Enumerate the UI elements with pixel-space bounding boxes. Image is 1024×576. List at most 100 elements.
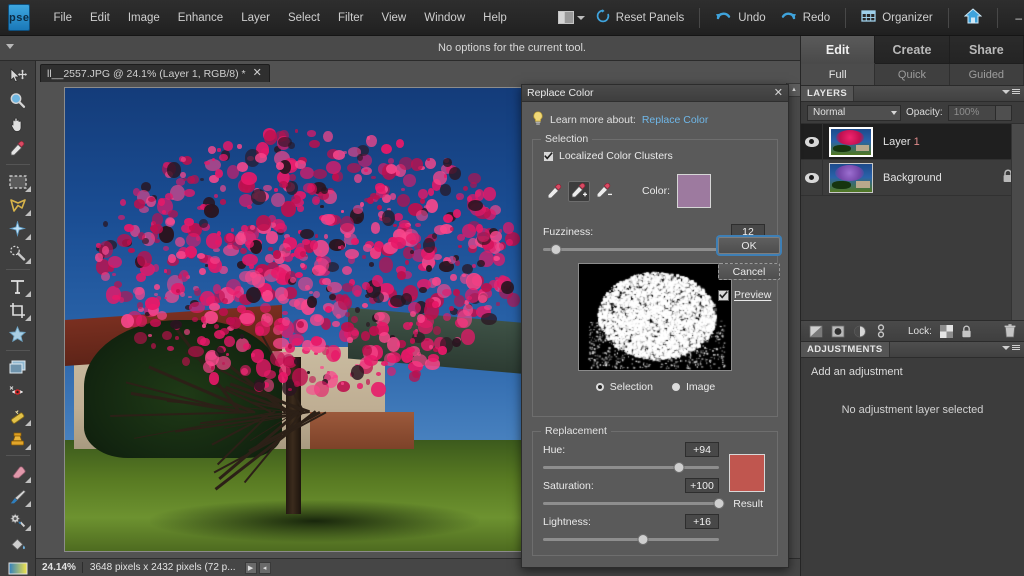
menu-select[interactable]: Select [280,8,328,28]
menu-help[interactable]: Help [475,8,515,28]
eraser-tool[interactable] [4,461,32,484]
gradient-tool[interactable] [4,557,32,576]
zoom-level[interactable]: 24.14% [36,562,83,573]
color-swatch[interactable] [677,174,712,208]
lightness-value[interactable]: +16 [685,514,719,529]
smart-brush-tool[interactable] [4,509,32,532]
dialog-title-bar[interactable]: Replace Color ✕ [522,85,788,102]
add-adjustment-label[interactable]: Add an adjustment [811,366,1014,378]
cancel-button[interactable]: Cancel [718,263,780,280]
organizer-button[interactable]: Organizer [854,5,940,30]
menu-image[interactable]: Image [120,8,168,28]
straighten-tool[interactable] [4,356,32,379]
minimize-button[interactable]: – [1006,7,1024,29]
layout-switcher-button[interactable] [554,8,589,27]
lightness-slider[interactable] [543,534,719,545]
layer-row[interactable]: Layer 1 [801,124,1024,160]
reset-panels-button[interactable]: Reset Panels [589,5,691,30]
opacity-control[interactable]: 100% [947,104,1012,121]
layers-list[interactable]: Layer 1 Background [801,124,1024,320]
close-icon[interactable]: ✕ [252,68,263,79]
opacity-value[interactable]: 100% [947,104,996,121]
radio-selection[interactable]: Selection [594,381,653,393]
layer-visibility-toggle[interactable] [801,124,823,160]
magic-wand-tool[interactable] [4,218,32,241]
type-tool[interactable] [4,275,32,298]
link-layers-icon[interactable] [876,324,886,338]
clone-stamp-tool[interactable] [4,428,32,451]
quick-selection-tool[interactable] [4,242,32,265]
lasso-tool[interactable] [4,194,32,217]
trash-icon[interactable] [1004,324,1016,338]
localized-color-clusters-checkbox[interactable]: Localized Color Clusters [543,150,767,162]
menu-enhance[interactable]: Enhance [170,8,231,28]
radio-image[interactable]: Image [671,381,715,393]
tab-edit[interactable]: Edit [801,36,876,64]
eyedropper-tool[interactable] [4,137,32,160]
slider-handle[interactable] [713,498,725,509]
checkbox-icon [543,150,554,162]
eyedropper-add-tool[interactable] [568,180,590,202]
paint-bucket-tool[interactable] [4,533,32,556]
marquee-tool[interactable] [4,170,32,193]
layer-thumbnail[interactable] [829,126,873,157]
lock-all-icon[interactable] [961,325,972,338]
status-prev-icon[interactable]: ◂ [258,561,271,574]
red-eye-removal-tool[interactable] [4,380,32,403]
replace-color-dialog[interactable]: Replace Color ✕ Learn more about: Replac… [521,84,789,568]
document-tab[interactable]: ll__2557.JPG @ 24.1% (Layer 1, RGB/8) * … [40,64,270,82]
undo-button[interactable]: Undo [708,6,773,30]
lock-transparency-icon[interactable] [939,324,953,338]
tab-quick[interactable]: Quick [875,64,950,85]
new-layer-with-mask-icon[interactable] [809,325,823,338]
menu-view[interactable]: View [374,8,415,28]
learn-more-link[interactable]: Replace Color [642,114,709,126]
home-button[interactable] [957,4,989,31]
selection-preview[interactable] [578,263,732,371]
hand-tool[interactable] [4,113,32,136]
options-grip-icon[interactable] [6,44,14,49]
eyedropper-tool[interactable] [543,181,565,202]
tab-guided[interactable]: Guided [950,64,1024,85]
scroll-up-button[interactable]: ▲ [787,83,801,97]
cookie-cutter-tool[interactable] [4,323,32,346]
layers-scrollbar[interactable] [1011,124,1024,320]
status-expand-icon[interactable]: ▶ [244,561,257,574]
zoom-tool[interactable] [4,89,32,112]
redo-button[interactable]: Redo [773,6,838,30]
saturation-value[interactable]: +100 [685,478,719,493]
layer-row[interactable]: Background [801,159,1024,196]
preview-checkbox[interactable]: Preview [718,289,780,301]
slider-handle[interactable] [550,244,562,255]
opacity-dropdown-icon[interactable] [995,104,1012,121]
brush-tool[interactable] [4,485,32,508]
panel-menu-icon[interactable] [1002,345,1020,350]
new-adjustment-layer-icon[interactable] [831,325,845,338]
menu-layer[interactable]: Layer [233,8,278,28]
new-fill-layer-icon[interactable] [853,325,868,338]
eyedropper-subtract-tool[interactable] [593,181,615,202]
hue-value[interactable]: +94 [685,442,719,457]
menu-file[interactable]: File [45,8,80,28]
slider-handle[interactable] [673,462,685,473]
panel-menu-icon[interactable] [1002,89,1020,94]
layer-visibility-toggle[interactable] [801,159,823,196]
move-tool[interactable] [4,65,32,88]
close-icon[interactable]: ✕ [774,87,783,99]
tab-create[interactable]: Create [875,36,950,64]
crop-tool[interactable] [4,299,32,322]
layer-thumbnail[interactable] [829,162,873,193]
menu-edit[interactable]: Edit [82,8,118,28]
healing-brush-tool[interactable] [4,404,32,427]
ok-button[interactable]: OK [718,237,780,254]
reset-icon [596,9,610,26]
slider-handle[interactable] [637,534,649,545]
menu-filter[interactable]: Filter [330,8,372,28]
hue-slider[interactable] [543,462,719,473]
blend-mode-select[interactable]: Normal [807,104,901,121]
menu-window[interactable]: Window [416,8,473,28]
image-canvas[interactable] [64,87,537,552]
tab-full[interactable]: Full [801,64,876,85]
tab-share[interactable]: Share [949,36,1024,64]
saturation-slider[interactable] [543,498,725,509]
